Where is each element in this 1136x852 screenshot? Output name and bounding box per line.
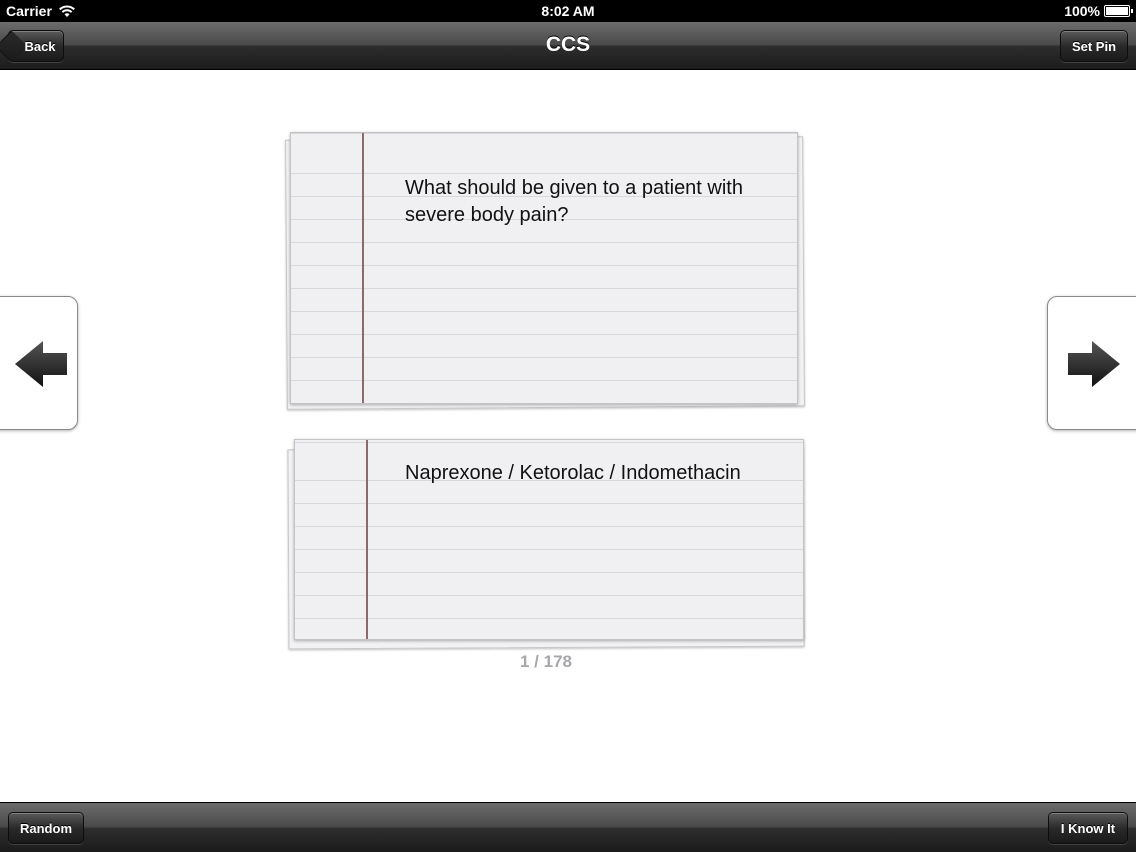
set-pin-button[interactable]: Set Pin — [1060, 30, 1128, 62]
answer-card[interactable]: Naprexone / Ketorolac / Indomethacin — [294, 439, 804, 640]
card-margin-line — [362, 133, 364, 403]
status-time: 8:02 AM — [541, 3, 595, 19]
status-bar: Carrier 8:02 AM 100% — [0, 0, 1136, 22]
arrow-right-icon — [1068, 341, 1120, 387]
battery-icon — [1104, 5, 1133, 17]
random-button[interactable]: Random — [8, 812, 84, 844]
arrow-left-icon — [15, 341, 67, 387]
i-know-it-button[interactable]: I Know It — [1048, 812, 1128, 844]
question-text: What should be given to a patient with s… — [405, 177, 743, 226]
previous-card-button[interactable] — [0, 296, 78, 430]
next-card-button[interactable] — [1047, 296, 1136, 430]
battery-group: 100% — [1064, 3, 1133, 19]
question-card[interactable]: What should be given to a patient with s… — [290, 132, 798, 404]
card-margin-line — [366, 440, 368, 639]
navigation-bar: Back CCS Set Pin — [0, 22, 1136, 70]
bottom-toolbar: Random I Know It — [0, 802, 1136, 852]
answer-text: Naprexone / Ketorolac / Indomethacin — [405, 462, 741, 484]
page-title: CCS — [545, 33, 591, 56]
card-counter: 1 / 178 — [520, 652, 572, 671]
back-button-label: Back — [24, 38, 56, 54]
battery-percent: 100% — [1064, 3, 1100, 19]
